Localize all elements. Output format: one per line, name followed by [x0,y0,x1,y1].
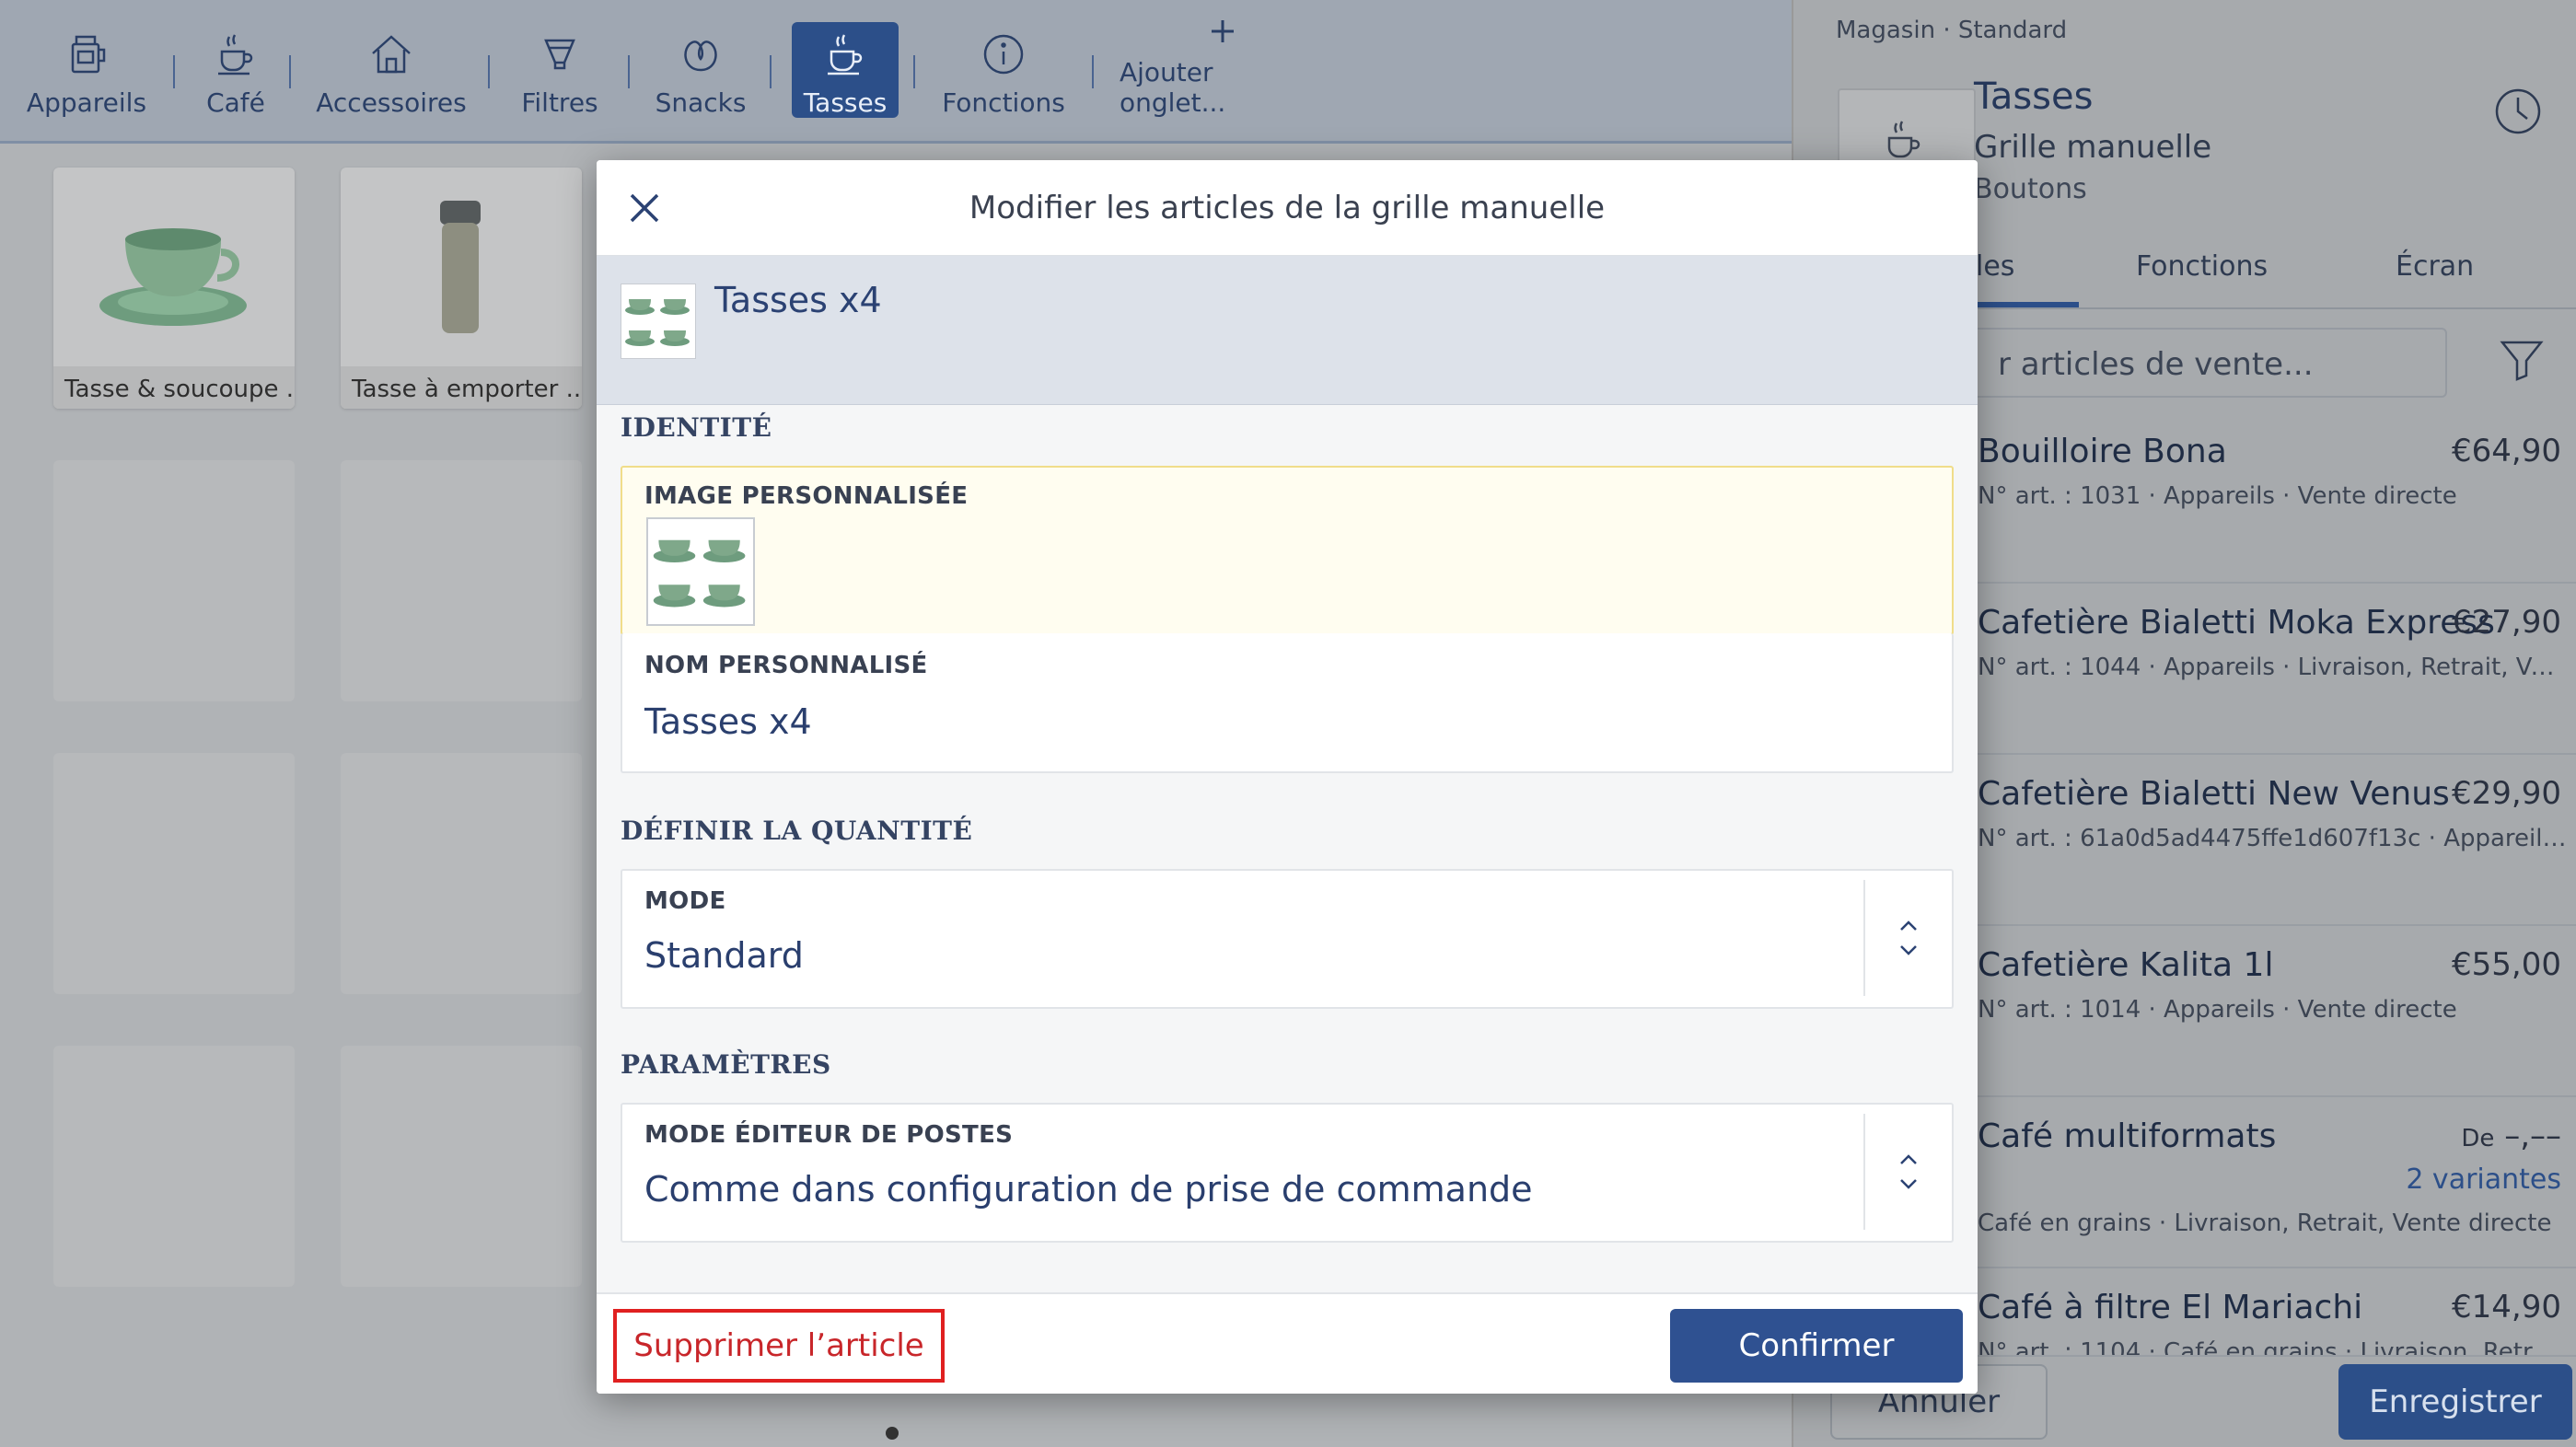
product-name: Cafetière Bialetti New Venus [1978,775,2450,813]
dialog-title: Modifier les articles de la grille manue… [969,190,1606,226]
tab-appareils[interactable]: Appareils [22,22,151,118]
grid-tile-cup-saucer[interactable]: Tasse & soucoupe ... [53,168,295,409]
item-summary: Tasses x4 [597,256,1978,405]
cup-saucer-image [99,228,247,326]
page-indicator-dot [886,1427,899,1440]
tab-divider [289,55,291,88]
field-label: NOM PERSONNALISÉ [644,652,928,679]
cups-image [625,299,690,346]
product-meta: N° art. : 1031 · Appareils · Vente direc… [1978,482,2457,510]
tab-cafe[interactable]: Café [190,22,282,118]
pretzel-icon [675,29,726,80]
cup-icon [819,29,871,80]
panel-subtitle-secondary: Boutons [1974,173,2087,205]
item-thumbnail [621,284,696,359]
home-icon [366,29,417,80]
product-price-range: De –,–– [2461,1117,2561,1154]
mode-stepper[interactable] [1863,880,1952,996]
panel-subtitle: Grille manuelle [1974,129,2212,166]
product-price: €64,90 [2452,433,2561,469]
product-price: –,–– [2504,1117,2561,1154]
product-meta: N° art. : 1104 · Café en grains · Livrai… [1978,1338,2567,1357]
tab-divider [628,55,630,88]
grid-tile-empty[interactable] [53,753,295,994]
product-meta: N° art. : 61a0d5ad4475ffe1d607f13c · App… [1978,825,2567,852]
mode-select[interactable]: MODE Standard [621,869,1954,1009]
product-name: Cafetière Kalita 1l [1978,946,2274,984]
grid-tile-empty[interactable] [341,1046,582,1287]
travel-mug-image [440,201,481,333]
product-name: Cafetière Bialetti Moka Express [1978,604,2495,642]
custom-name-field[interactable]: NOM PERSONNALISÉ Tasses x4 [621,633,1954,773]
confirm-button[interactable]: Confirmer [1670,1309,1963,1383]
appliance-icon [61,29,112,80]
info-icon [978,29,1029,80]
tile-label: Tasse & soucoupe ... [53,366,295,409]
custom-image-thumbnail[interactable] [646,517,755,626]
cups-image [653,539,746,608]
section-heading-identity: IDENTITÉ [621,412,772,443]
tab-tasses[interactable]: Tasses [792,22,899,118]
dialog-header: Modifier les articles de la grille manue… [597,160,1978,256]
filter-cone-icon [534,29,586,80]
tab-divider [913,55,915,88]
breadcrumb: Magasin · Standard [1836,17,2068,44]
custom-image-field[interactable]: IMAGE PERSONNALISÉE [621,466,1954,635]
product-meta: Café en grains · Livraison, Retrait, Ven… [1978,1210,2552,1237]
field-label: MODE [644,887,726,915]
grid-tile-empty[interactable] [53,460,295,701]
section-heading-params: PARAMÈTRES [621,1049,831,1080]
dialog-footer: Supprimer l’article Confirmer [597,1292,1978,1394]
product-variants: 2 variantes [2406,1163,2561,1196]
product-name: Bouilloire Bona [1978,433,2227,470]
editor-mode-select[interactable]: MODE ÉDITEUR DE POSTES Comme dans config… [621,1103,1954,1243]
plus-icon [1197,13,1248,50]
grid-tile-travel-mug[interactable]: Tasse à emporter ... [341,168,582,409]
delete-item-button[interactable]: Supprimer l’article [613,1309,945,1383]
grid-tile-empty[interactable] [341,460,582,701]
chevron-up-down-icon [1900,920,1917,955]
product-price: €29,90 [2452,775,2561,812]
item-name: Tasses x4 [714,280,882,320]
filter-icon[interactable] [2499,337,2545,383]
tab-divider [488,55,490,88]
tile-label: Tasse à emporter ... [341,366,582,409]
panel-tab-fonctions[interactable]: Fonctions [2136,250,2268,283]
product-name: Café multiformats [1978,1117,2277,1155]
tab-fonctions[interactable]: Fonctions [937,22,1070,118]
history-clock-icon[interactable] [2493,87,2543,136]
price-prefix: De [2461,1125,2495,1152]
grid-tile-empty[interactable] [53,1046,295,1287]
panel-title: Tasses [1974,75,2094,118]
save-button[interactable]: Enregistrer [2338,1364,2572,1440]
tab-divider [1092,55,1094,88]
product-meta: N° art. : 1044 · Appareils · Livraison, … [1978,654,2567,681]
tab-filtres[interactable]: Filtres [512,22,608,118]
tab-snacks[interactable]: Snacks [650,22,751,118]
field-label: MODE ÉDITEUR DE POSTES [644,1121,1014,1149]
product-name: Café à filtre El Mariachi [1978,1289,2363,1326]
section-heading-quantity: DÉFINIR LA QUANTITÉ [621,816,973,846]
product-price: €55,00 [2452,946,2561,983]
cup-icon [1887,121,1920,158]
coffee-icon [210,29,261,80]
tab-accessoires[interactable]: Accessoires [313,22,470,118]
tab-divider [770,55,772,88]
grid-tile-empty[interactable] [341,753,582,994]
editor-mode-value: Comme dans configuration de prise de com… [644,1169,1533,1210]
tab-divider [173,55,175,88]
panel-tab-articles[interactable]: les [1976,250,2014,283]
product-meta: N° art. : 1014 · Appareils · Vente direc… [1978,996,2457,1024]
category-tabbar: Appareils Café Accessoires Filtres Snack… [0,0,1792,144]
editor-mode-stepper[interactable] [1863,1114,1952,1230]
custom-name-input[interactable]: Tasses x4 [644,701,812,742]
chevron-up-down-icon [1900,1154,1917,1189]
field-label: IMAGE PERSONNALISÉE [644,482,969,510]
product-price: €27,90 [2452,604,2561,641]
product-price: €14,90 [2452,1289,2561,1325]
mode-value: Standard [644,935,804,976]
edit-grid-item-dialog: Modifier les articles de la grille manue… [597,160,1978,1394]
tab-add-button[interactable]: Ajouter onglet... [1120,20,1326,118]
panel-tab-ecran[interactable]: Écran [2396,250,2474,283]
